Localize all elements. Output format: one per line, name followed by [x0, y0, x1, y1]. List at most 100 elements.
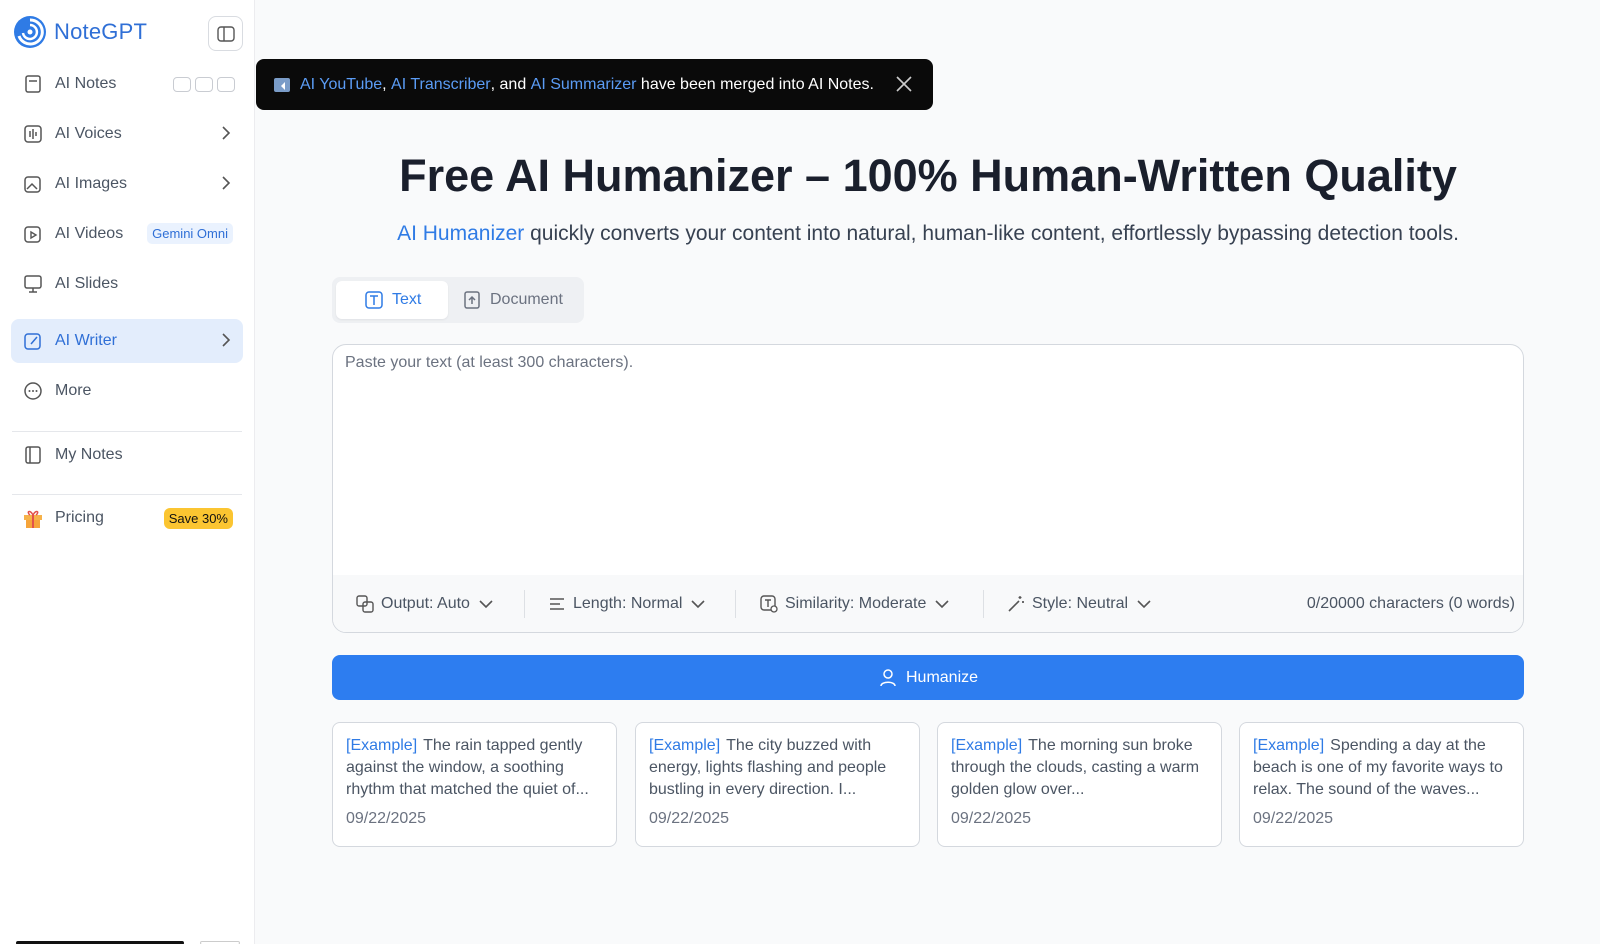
sidebar-item-label: AI Slides	[55, 275, 119, 292]
character-counter: 0/20000 characters (0 words)	[1306, 595, 1515, 612]
example-tag: [Example]	[1253, 737, 1325, 754]
page-subtitle: AI Humanizer quickly converts your conte…	[256, 222, 1600, 246]
example-card[interactable]: [Example] The city buzzed with energy, li…	[635, 722, 920, 847]
sidebar-item-more[interactable]: More	[11, 369, 243, 413]
sidebar-item-label: AI Voices	[55, 125, 122, 142]
video-sparkle-icon	[22, 223, 44, 245]
similarity-label: Similarity: Moderate	[785, 595, 927, 612]
style-dropdown[interactable]: Style: Neutral	[1006, 594, 1151, 614]
output-label: Output: Auto	[381, 595, 470, 612]
example-card[interactable]: [Example] The morning sun broke through t…	[937, 722, 1222, 847]
similarity-dropdown[interactable]: Similarity: Moderate	[759, 594, 949, 614]
text-icon	[365, 291, 383, 309]
sidebar-item-my-notes[interactable]: My Notes	[11, 433, 243, 477]
lines-icon	[550, 598, 564, 610]
text-editor: Output: Auto Length: Normal Similarity: …	[332, 344, 1524, 633]
example-date: 09/22/2025	[649, 810, 730, 827]
output-dropdown[interactable]: Output: Auto	[355, 594, 493, 614]
image-sparkle-icon	[22, 173, 44, 195]
toast-separator: , and	[490, 75, 531, 93]
sidebar-item-ai-images[interactable]: AI Images	[11, 162, 243, 206]
more-dots-icon	[22, 380, 44, 402]
example-tag: [Example]	[346, 737, 418, 754]
document-upload-icon	[464, 291, 480, 309]
collapse-sidebar-button[interactable]	[208, 16, 243, 51]
tab-document[interactable]: Document	[462, 281, 563, 319]
example-text: [Example] Spending a day at the beach is …	[1253, 735, 1510, 801]
sidebar-item-label: AI Videos	[55, 225, 124, 242]
toast-separator: ,	[382, 75, 392, 93]
length-dropdown[interactable]: Length: Normal	[547, 594, 705, 614]
sidebar-item-label: AI Notes	[55, 75, 117, 92]
options-separator	[735, 590, 736, 618]
gift-icon	[22, 507, 44, 529]
notebook-icon	[22, 73, 44, 95]
options-bar: Output: Auto Length: Normal Similarity: …	[333, 575, 1523, 632]
sidebar-divider	[12, 431, 242, 432]
length-label: Length: Normal	[573, 595, 683, 612]
tab-label: Text	[392, 291, 422, 308]
gemini-omni-badge: Gemini Omni	[147, 223, 233, 244]
example-date: 09/22/2025	[951, 810, 1032, 827]
sidebar-item-label: AI Writer	[55, 332, 117, 349]
example-text: [Example] The morning sun broke through t…	[951, 735, 1208, 801]
chevron-right-icon	[222, 333, 231, 347]
ai-youtube-link[interactable]: AI YouTube	[300, 76, 382, 94]
sidebar-item-label: My Notes	[55, 446, 123, 463]
person-icon	[880, 668, 896, 686]
example-date: 09/22/2025	[1253, 810, 1334, 827]
humanize-label: Humanize	[905, 668, 979, 686]
sidebar-item-pricing[interactable]: Pricing Save 30%	[11, 496, 243, 540]
sidebar-item-ai-slides[interactable]: AI Slides	[11, 262, 243, 306]
sidebar-divider	[12, 494, 242, 495]
waveform-icon	[22, 123, 44, 145]
logo[interactable]: NoteGPT	[12, 14, 147, 50]
example-text: [Example] The city buzzed with energy, li…	[649, 735, 906, 801]
tab-text[interactable]: Text	[336, 281, 448, 319]
close-icon[interactable]	[895, 75, 913, 93]
chevron-down-icon	[479, 600, 493, 609]
video-icon	[173, 77, 191, 92]
example-text: [Example] The rain tapped gently against …	[346, 735, 603, 801]
example-card[interactable]: [Example] Spending a day at the beach is …	[1239, 722, 1524, 847]
sidebar-item-ai-writer[interactable]: AI Writer	[11, 319, 243, 363]
sidebar-item-label: AI Images	[55, 175, 128, 192]
ai-transcriber-link[interactable]: AI Transcriber	[391, 76, 491, 94]
chevron-right-icon	[222, 126, 231, 140]
back-arrow-icon	[274, 77, 290, 92]
app-name: NoteGPT	[54, 19, 148, 44]
sidebar-item-label: More	[55, 382, 92, 399]
chevron-down-icon	[935, 600, 949, 609]
sidebar: NoteGPT AI Notes AI Voices AI Images AI …	[0, 0, 255, 944]
sidebar-toggle-icon	[216, 25, 235, 42]
sidebar-item-label: Pricing	[55, 509, 104, 526]
tab-label: Document	[490, 291, 563, 308]
style-label: Style: Neutral	[1032, 595, 1129, 612]
input-mode-tabs: Text Document	[332, 277, 584, 323]
sidebar-item-ai-notes[interactable]: AI Notes	[11, 62, 243, 106]
example-card[interactable]: [Example] The rain tapped gently against …	[332, 722, 617, 847]
doc-icon	[217, 77, 235, 92]
merge-notice-toast: AI YouTube, AI Transcriber, and AI Summa…	[256, 59, 933, 110]
example-tag: [Example]	[951, 737, 1023, 754]
chevron-down-icon	[691, 600, 705, 609]
chevron-down-icon	[1137, 600, 1151, 609]
humanize-button[interactable]: Humanize	[332, 655, 1524, 700]
magic-wand-icon	[1008, 596, 1024, 612]
ai-notes-source-icons	[173, 77, 235, 92]
example-tag: [Example]	[649, 737, 721, 754]
sidebar-item-ai-videos[interactable]: AI Videos Gemini Omni	[11, 212, 243, 256]
text-input[interactable]	[333, 345, 1523, 575]
subtitle-text: quickly converts your content into natur…	[524, 222, 1459, 245]
ai-summarizer-link[interactable]: AI Summarizer	[531, 76, 637, 94]
example-date: 09/22/2025	[346, 810, 427, 827]
translate-icon	[356, 595, 374, 613]
presentation-icon	[22, 273, 44, 295]
ai-humanizer-link[interactable]: AI Humanizer	[397, 222, 524, 245]
page-title: Free AI Humanizer – 100% Human-Written Q…	[399, 150, 1457, 201]
toast-message: have been merged into AI Notes.	[636, 75, 874, 93]
sidebar-item-ai-voices[interactable]: AI Voices	[11, 112, 243, 156]
chevron-right-icon	[222, 176, 231, 190]
options-separator	[524, 590, 525, 618]
notes-book-icon	[22, 444, 44, 466]
